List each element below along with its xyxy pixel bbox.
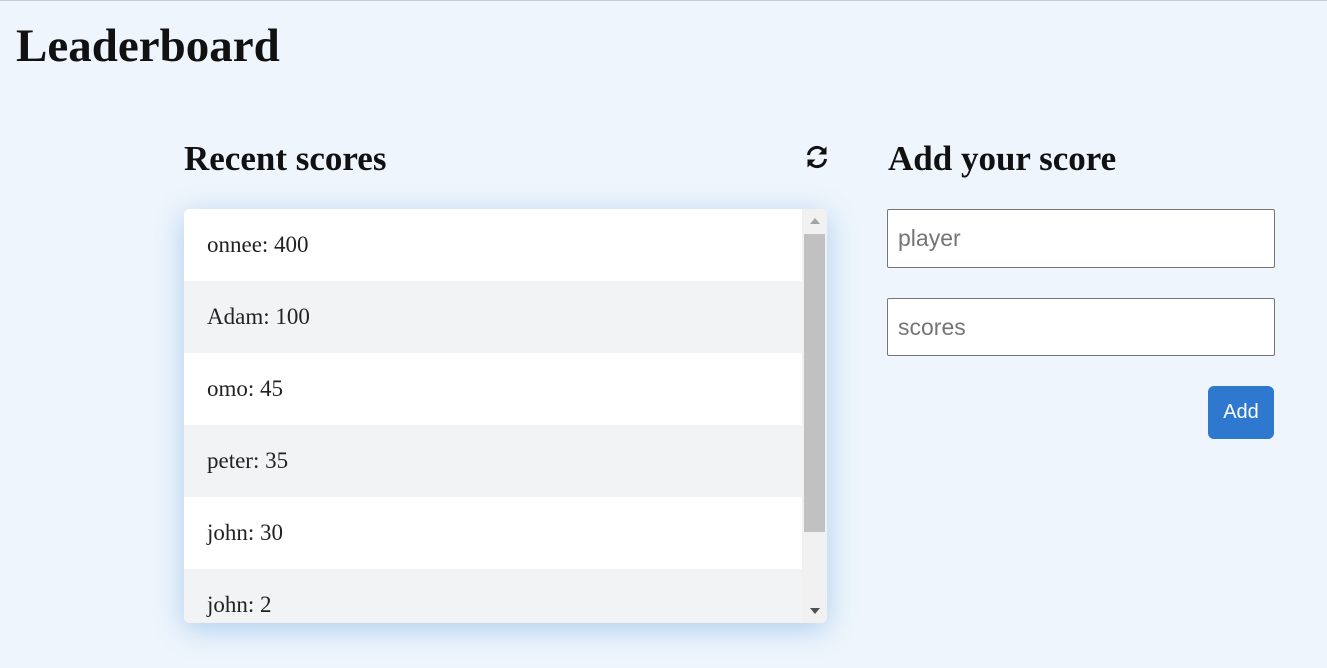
score-row: Adam: 100 [184, 281, 802, 353]
page-title: Leaderboard [16, 20, 280, 72]
score-row: peter: 35 [184, 425, 802, 497]
scroll-down-arrow-icon[interactable] [802, 599, 827, 623]
score-row: onnee: 400 [184, 209, 802, 281]
score-row: john: 2 [184, 569, 802, 623]
scores-input[interactable] [887, 298, 1275, 356]
scores-list-panel[interactable]: onnee: 400 Adam: 100 omo: 45 peter: 35 j… [184, 209, 827, 623]
add-button[interactable]: Add [1208, 386, 1274, 439]
scores-list: onnee: 400 Adam: 100 omo: 45 peter: 35 j… [184, 209, 802, 623]
scroll-thumb[interactable] [804, 234, 825, 532]
scrollbar[interactable] [802, 209, 827, 623]
add-score-title: Add your score [888, 139, 1117, 178]
score-row: john: 30 [184, 497, 802, 569]
refresh-button[interactable] [803, 143, 831, 171]
refresh-icon [803, 143, 831, 171]
recent-scores-title: Recent scores [184, 139, 387, 178]
player-input[interactable] [887, 209, 1275, 268]
scroll-up-arrow-icon[interactable] [802, 209, 827, 233]
score-row: omo: 45 [184, 353, 802, 425]
